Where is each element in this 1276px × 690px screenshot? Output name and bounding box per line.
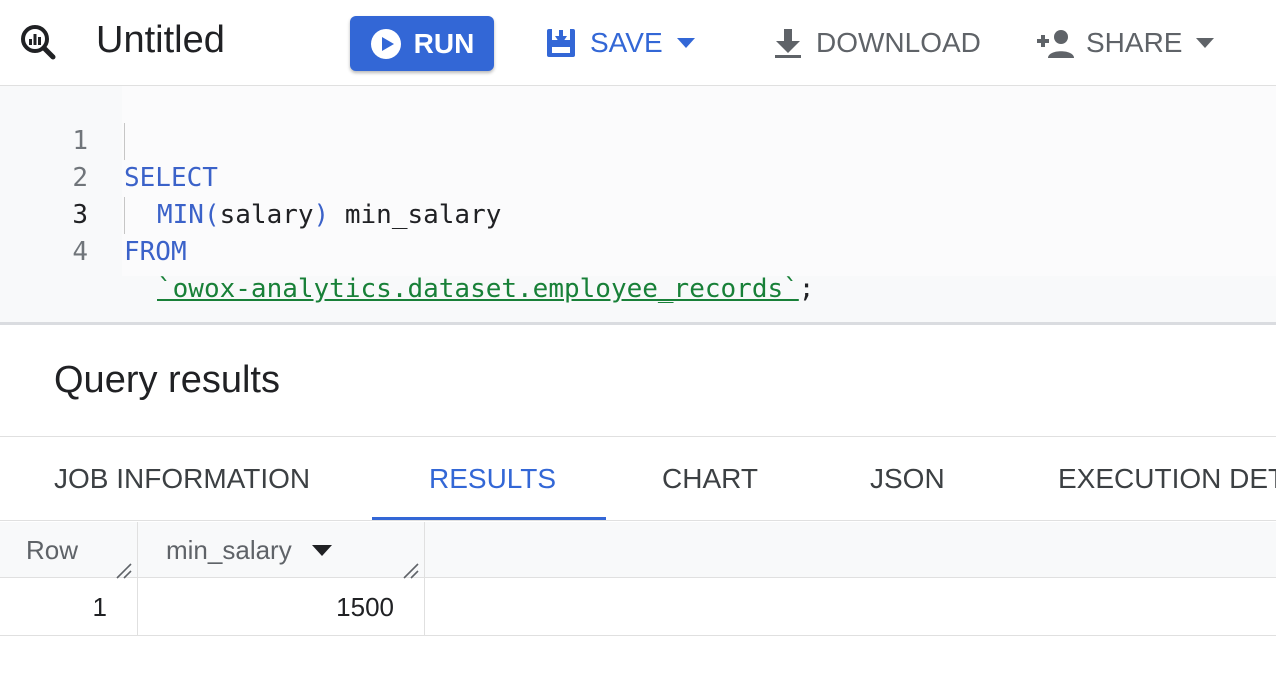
save-button-label: SAVE (590, 27, 663, 58)
code-line[interactable]: 3 FROM (0, 160, 1276, 267)
download-button[interactable]: DOWNLOAD (772, 20, 981, 66)
min-salary-cell[interactable]: 1500 (138, 578, 425, 636)
chevron-down-icon[interactable] (676, 38, 695, 48)
editor-resize-divider[interactable] (0, 322, 1276, 325)
column-header-min-salary[interactable]: min_salary (138, 522, 425, 579)
sql-table-reference[interactable]: `owox-analytics.dataset.employee_records… (157, 274, 799, 304)
save-button[interactable]: SAVE (544, 20, 695, 66)
save-icon (544, 26, 578, 60)
run-button[interactable]: RUN (350, 16, 494, 71)
tab-results[interactable]: RESULTS (429, 437, 556, 520)
download-icon (772, 27, 804, 59)
results-title: Query results (54, 359, 280, 401)
column-header-label: Row (26, 534, 79, 565)
table-header: Row min_salary (0, 522, 1276, 579)
sql-keyword: FROM (124, 237, 187, 267)
tab-execution-details[interactable]: EXECUTION DETAILS (1058, 437, 1276, 520)
tab-job-information[interactable]: JOB INFORMATION (54, 437, 310, 520)
share-button-label: SHARE (1086, 27, 1183, 58)
chevron-down-icon[interactable] (1196, 38, 1215, 48)
run-button-label: RUN (413, 27, 475, 59)
resize-handle-icon[interactable] (400, 556, 420, 579)
line-number: 4 (72, 237, 88, 267)
code-line[interactable]: 2 MIN(salary) min_salary (0, 123, 1276, 230)
results-tabs: JOB INFORMATION RESULTS CHART JSON EXECU… (0, 437, 1276, 521)
table-row[interactable]: 1 1500 (0, 578, 1276, 636)
sort-down-icon[interactable] (311, 544, 332, 556)
tab-json[interactable]: JSON (870, 437, 945, 520)
download-button-label: DOWNLOAD (816, 27, 981, 58)
play-icon (370, 28, 402, 60)
column-header-row: Row (0, 522, 138, 579)
query-title[interactable]: Untitled (96, 16, 225, 64)
row-number-cell: 1 (0, 578, 138, 636)
code-text: FROM (124, 234, 187, 271)
code-line[interactable]: 4 `owox-analytics.dataset.employee_recor… (0, 197, 1276, 304)
code-text: `owox-analytics.dataset.employee_records… (157, 271, 814, 308)
code-line[interactable]: 1 SELECT (0, 86, 1276, 193)
query-toolbar: Untitled RUN SAVE DOWNLOAD SHARE (0, 0, 1276, 86)
sql-editor[interactable]: 1 SELECT 2 MIN(salary) min_salary 3 FROM… (0, 86, 1276, 322)
resize-handle-icon[interactable] (113, 556, 133, 579)
active-tab-indicator (372, 517, 606, 520)
sql-terminator: ; (798, 274, 815, 304)
column-header-label: min_salary (166, 534, 292, 565)
tab-chart[interactable]: CHART (662, 437, 758, 520)
person-add-icon (1036, 28, 1074, 58)
share-button[interactable]: SHARE (1036, 20, 1215, 66)
bigquery-logo-icon (18, 22, 58, 62)
